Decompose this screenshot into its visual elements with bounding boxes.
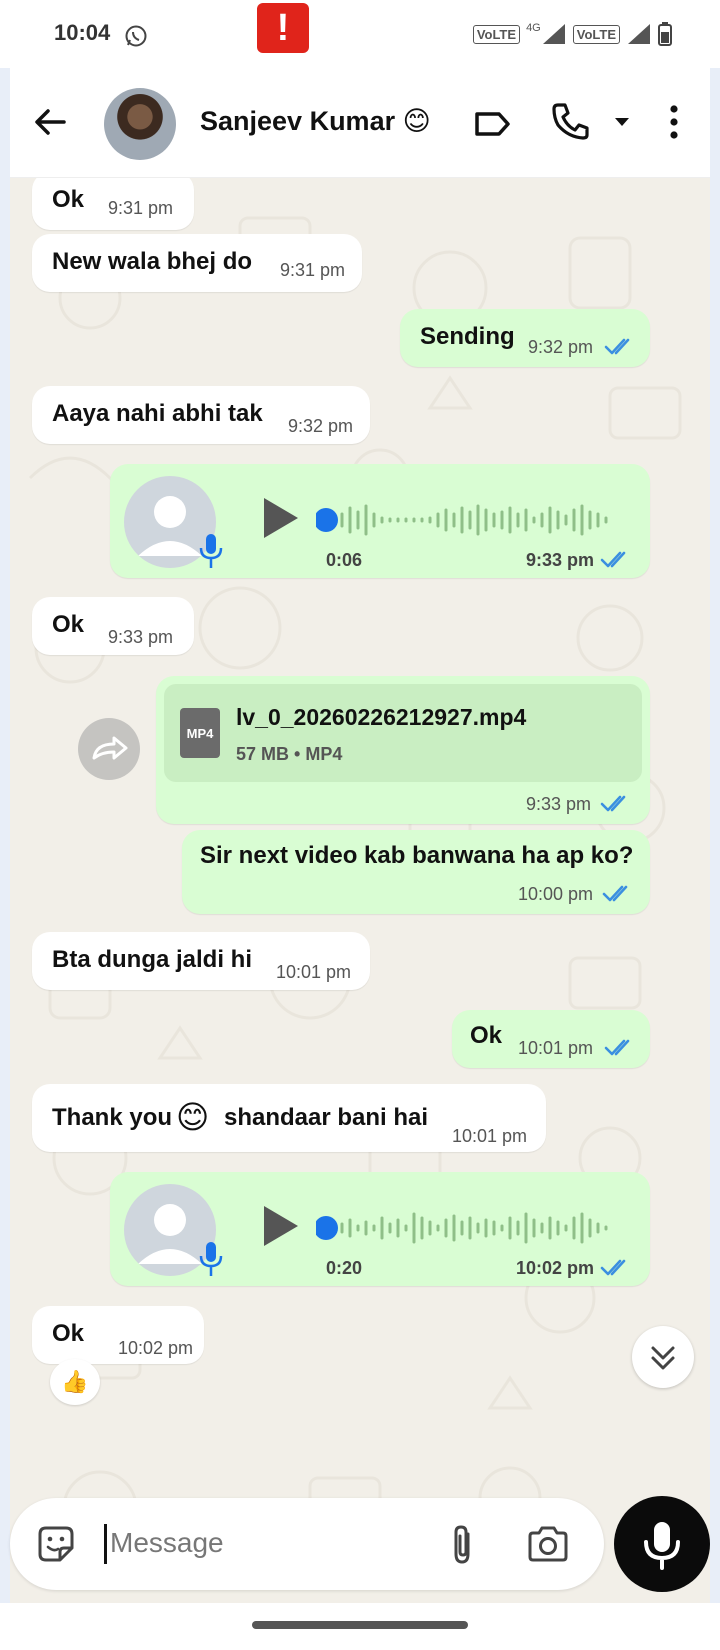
more-vert-icon[interactable]: [664, 102, 684, 142]
voice-message-bubble[interactable]: 0:20 10:02 pm: [110, 1172, 650, 1286]
message-text: Sending: [420, 323, 515, 350]
double-check-icon: [604, 338, 630, 355]
mic-icon: [199, 1242, 223, 1276]
voice-duration: 0:20: [326, 1258, 363, 1278]
double-check-icon: [604, 1039, 630, 1056]
home-indicator[interactable]: [252, 1621, 468, 1629]
chat-area[interactable]: Ok 9:31 pm New wala bhej do 9:31 pm Send…: [10, 178, 710, 1603]
double-check-icon: [602, 885, 628, 902]
phone-icon[interactable]: [550, 100, 592, 142]
signal-icon-2: [628, 24, 650, 44]
message-text: Ok: [52, 1320, 85, 1347]
screen-edge-right: [710, 68, 720, 1603]
message-bubble-incoming[interactable]: Ok 9:31 pm: [32, 178, 194, 230]
file-type-icon: MP4: [180, 708, 220, 758]
reaction-badge[interactable]: 👍: [50, 1359, 100, 1405]
message-bubble-outgoing[interactable]: Ok 10:01 pm: [452, 1010, 650, 1068]
chevron-down-icon[interactable]: [612, 112, 632, 132]
message-text: shandaar bani hai: [224, 1104, 429, 1131]
message-time: 9:32 pm: [288, 416, 354, 436]
message-text: Sir next video kab banwana ha ap ko?: [200, 842, 634, 869]
file-message-bubble[interactable]: MP4 lv_0_20260226212927.mp4 57 MB • MP4 …: [156, 676, 650, 824]
message-bubble-incoming[interactable]: Thank you 😊 shandaar bani hai 10:01 pm: [32, 1084, 546, 1152]
message-bubble-incoming[interactable]: Ok 10:02 pm: [32, 1306, 204, 1364]
signal-icon: [542, 24, 565, 44]
double-check-icon: [600, 551, 626, 568]
volte-icon: VoLTE: [472, 24, 521, 44]
message-text: Ok: [52, 186, 85, 213]
message-text: Thank you: [52, 1104, 173, 1131]
message-time: 10:01 pm: [518, 1038, 594, 1058]
message-bubble-incoming[interactable]: Ok 9:33 pm: [32, 597, 194, 655]
double-chevron-down-icon: [651, 1346, 675, 1370]
file-name: lv_0_20260226212927.mp4: [236, 704, 527, 730]
status-indicators: VoLTE 4G VoLTE: [472, 22, 672, 46]
battery-icon: [658, 22, 672, 46]
message-bubble-incoming[interactable]: New wala bhej do 9:31 pm: [32, 234, 362, 292]
file-card[interactable]: MP4 lv_0_20260226212927.mp4 57 MB • MP4: [164, 684, 642, 782]
play-icon[interactable]: [258, 494, 302, 542]
message-bubble-outgoing[interactable]: Sending 9:32 pm: [400, 309, 650, 367]
message-time: 9:33 pm: [526, 794, 592, 814]
scroll-to-bottom-button[interactable]: [632, 1326, 694, 1388]
sticker-icon[interactable]: [34, 1522, 78, 1566]
message-text: New wala bhej do: [52, 248, 253, 275]
alert-notification-icon: !: [257, 3, 309, 53]
chat-header: Sanjeev Kumar 😊: [10, 68, 710, 178]
status-time: 10:04: [54, 20, 111, 45]
play-icon[interactable]: [258, 1202, 302, 1250]
message-text: Bta dunga jaldi hi: [52, 946, 253, 973]
file-meta: 57 MB • MP4: [236, 744, 343, 764]
message-time: 10:02 pm: [118, 1338, 194, 1358]
mic-icon: [199, 534, 223, 568]
message-composer[interactable]: [10, 1498, 604, 1590]
mic-icon: [644, 1522, 680, 1570]
voice-duration: 0:06: [326, 550, 363, 570]
forward-icon: [92, 736, 128, 760]
whatsapp-notification-icon: [125, 25, 147, 47]
message-text: Ok: [52, 611, 85, 638]
message-text: Ok: [470, 1022, 503, 1049]
contact-avatar[interactable]: [104, 88, 176, 160]
contact-name[interactable]: Sanjeev Kumar 😊: [200, 106, 431, 137]
status-bar: 10:04 ! VoLTE 4G VoLTE: [0, 0, 720, 68]
message-time: 9:33 pm: [108, 627, 174, 647]
message-time: 10:01 pm: [452, 1126, 528, 1146]
message-time: 9:31 pm: [280, 260, 346, 280]
message-bubble-incoming[interactable]: Aaya nahi abhi tak 9:32 pm: [32, 386, 370, 444]
message-text: Aaya nahi abhi tak: [52, 400, 263, 427]
double-check-icon: [600, 1259, 626, 1276]
message-time: 10:01 pm: [276, 962, 352, 982]
voice-record-button[interactable]: [614, 1496, 710, 1592]
text-caret: [104, 1524, 107, 1564]
message-time: 9:33 pm: [526, 550, 595, 570]
forward-button[interactable]: [78, 718, 140, 780]
double-check-icon: [600, 795, 626, 812]
back-arrow-icon[interactable]: [30, 102, 70, 142]
attach-icon[interactable]: [442, 1522, 482, 1566]
message-time: 10:02 pm: [516, 1258, 595, 1278]
smile-emoji: 😊: [176, 1099, 210, 1135]
message-time: 10:00 pm: [518, 884, 594, 904]
message-bubble-incoming[interactable]: Bta dunga jaldi hi 10:01 pm: [32, 932, 370, 990]
network-type: 4G: [526, 22, 541, 34]
volte-icon-2: VoLTE: [572, 24, 620, 44]
message-bubble-outgoing[interactable]: Sir next video kab banwana ha ap ko? 10:…: [182, 830, 650, 914]
voice-message-bubble[interactable]: 0:06 9:33 pm: [110, 464, 650, 578]
voice-waveform[interactable]: [316, 500, 616, 540]
message-time: 9:31 pm: [108, 198, 174, 218]
label-icon[interactable]: [472, 104, 512, 144]
message-input[interactable]: [110, 1520, 410, 1566]
voice-waveform[interactable]: [316, 1208, 616, 1248]
message-time: 9:32 pm: [528, 337, 594, 357]
camera-icon[interactable]: [526, 1524, 570, 1564]
screen-edge-left: [0, 68, 10, 1603]
